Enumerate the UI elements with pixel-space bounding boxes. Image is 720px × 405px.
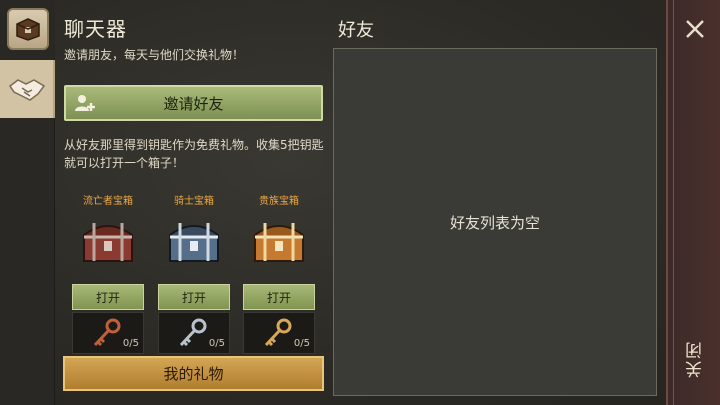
silver-key-icon [179,318,207,347]
friends-title: 好友 [338,20,374,41]
close-label: 关闭 [686,340,706,378]
close-divider [673,0,674,405]
chest-name: 流亡者宝箱 [83,196,133,207]
chest-card-noble: 贵族宝箱 打开 0/5 [241,192,317,354]
my-gifts-button[interactable]: 我的礼物 [63,356,324,391]
invite-friends-button[interactable]: 邀请好友 [64,85,323,121]
exile-key-counter: 0/5 [72,312,144,354]
knight-key-counter: 0/5 [158,312,230,354]
handshake-icon [8,79,45,101]
keys-description: 从好友那里得到钥匙作为免费礼物。收集5把钥匙就可以打开一个箱子！ [64,138,324,170]
open-knight-chest-button[interactable]: 打开 [158,284,230,310]
tab-chests[interactable] [0,0,55,58]
page-title: 聊天器 [64,17,127,41]
knight-key-count: 0/5 [208,338,225,349]
chest-card-exile: 流亡者宝箱 打开 0/5 [70,192,146,354]
noble-chest-icon [241,208,317,274]
close-icon[interactable] [680,14,710,44]
exile-key-count: 0/5 [122,338,139,349]
invite-friends-label: 邀请好友 [163,94,224,113]
friends-empty-text: 好友列表为空 [449,213,540,232]
gold-key-icon [264,318,292,347]
noble-key-count: 0/5 [293,338,310,349]
tab-strip [0,0,55,405]
exile-chest-icon [70,208,146,274]
add-user-icon [75,95,95,111]
close-panel[interactable]: 关闭 [666,0,720,405]
friends-list[interactable]: 好友列表为空 [333,48,657,396]
chest-card-knight: 骑士宝箱 打开 0/5 [156,192,232,354]
knight-chest-icon [156,208,232,274]
noble-key-counter: 0/5 [243,312,315,354]
chest-badge-icon [6,8,49,50]
chest-name: 贵族宝箱 [259,196,299,207]
tab-friends[interactable] [0,60,55,118]
copper-key-icon [93,318,121,347]
open-noble-chest-button[interactable]: 打开 [243,284,315,310]
open-exile-chest-button[interactable]: 打开 [72,284,144,310]
page-subtitle: 邀请朋友，每天与他们交换礼物！ [64,48,245,62]
chest-name: 骑士宝箱 [174,196,214,207]
